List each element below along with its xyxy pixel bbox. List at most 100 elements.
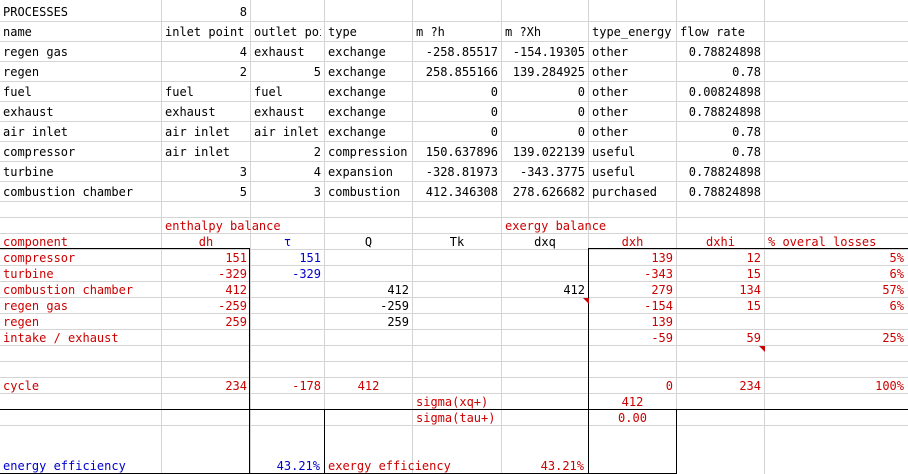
process-energy-type[interactable]: other [592,65,673,79]
process-flow-rate[interactable]: 0.78 [680,65,761,79]
balance-dxq[interactable]: 412 [505,283,585,297]
comment-indicator-icon[interactable] [759,346,765,352]
balance-loss[interactable]: 57% [768,283,904,297]
balance-q[interactable]: 412 [328,283,409,297]
process-type[interactable]: exchange [328,45,409,59]
exergy-balance-title[interactable]: exergy balance [505,219,673,233]
balance-dxhi[interactable]: 59 [680,331,761,345]
process-type[interactable]: combustion [328,185,409,199]
balance-dxh[interactable]: -59 [592,331,673,345]
balance-tau[interactable]: 151 [254,251,321,265]
process-mh[interactable]: 0 [416,85,498,99]
process-outlet[interactable]: air inlet [254,125,321,139]
balance-dh[interactable]: -259 [165,299,247,313]
process-inlet[interactable]: 2 [165,65,247,79]
process-type[interactable]: compression [328,145,409,159]
processes-count[interactable]: 8 [165,5,247,19]
process-outlet[interactable]: fuel [254,85,321,99]
process-header[interactable]: name [3,25,158,39]
process-mxh[interactable]: 0 [505,85,585,99]
process-header[interactable]: m ?h [416,25,498,39]
process-inlet[interactable]: 3 [165,165,247,179]
process-outlet[interactable]: 3 [254,185,321,199]
cycle-dxh[interactable]: 0 [592,379,673,393]
cycle-dxhi[interactable]: 234 [680,379,761,393]
balance-component[interactable]: regen gas [3,299,158,313]
process-header[interactable]: inlet point [165,25,247,39]
balance-q[interactable]: -259 [328,299,409,313]
process-mh[interactable]: 0 [416,105,498,119]
comment-indicator-icon[interactable] [583,298,589,304]
balance-dxhi[interactable]: 15 [680,267,761,281]
cycle-q[interactable]: 412 [328,379,409,393]
component-header[interactable]: component [3,235,158,249]
process-mxh[interactable]: 278.626682 [505,185,585,199]
tk-header[interactable]: Tk [416,235,498,249]
balance-dxhi[interactable]: 12 [680,251,761,265]
process-header[interactable]: flow rate [680,25,761,39]
balance-dh[interactable]: 412 [165,283,247,297]
balance-component[interactable]: compressor [3,251,158,265]
sigma-xq-value[interactable]: 412 [592,395,673,409]
process-header[interactable]: type_energy [592,25,673,39]
process-flow-rate[interactable]: 0.78824898 [680,105,761,119]
process-energy-type[interactable]: other [592,125,673,139]
process-mxh[interactable]: 0 [505,125,585,139]
process-name[interactable]: air inlet [3,125,158,139]
process-flow-rate[interactable]: 0.78824898 [680,185,761,199]
process-inlet[interactable]: 4 [165,45,247,59]
balance-dxh[interactable]: 279 [592,283,673,297]
process-flow-rate[interactable]: 0.78824898 [680,165,761,179]
process-outlet[interactable]: exhaust [254,105,321,119]
balance-q[interactable]: 259 [328,315,409,329]
process-mh[interactable]: 0 [416,125,498,139]
balance-dxh[interactable]: 139 [592,315,673,329]
process-inlet[interactable]: air inlet [165,145,247,159]
process-header[interactable]: type [328,25,409,39]
process-header[interactable]: m ?Xh [505,25,585,39]
balance-component[interactable]: turbine [3,267,158,281]
cycle-tau[interactable]: -178 [254,379,321,393]
balance-dxh[interactable]: -154 [592,299,673,313]
process-inlet[interactable]: exhaust [165,105,247,119]
process-type[interactable]: expansion [328,165,409,179]
exergy-efficiency-label[interactable]: exergy efficiency [328,459,498,473]
balance-dxh[interactable]: 139 [592,251,673,265]
process-name[interactable]: combustion chamber [3,185,158,199]
balance-loss[interactable]: 5% [768,251,904,265]
losses-header[interactable]: % overal losses [768,235,904,249]
process-type[interactable]: exchange [328,125,409,139]
energy-efficiency-value[interactable]: 43.21% [254,459,320,473]
balance-tau[interactable]: -329 [254,267,321,281]
q-header[interactable]: Q [328,235,409,249]
process-type[interactable]: exchange [328,65,409,79]
sigma-tau-value[interactable]: 0.00 [592,411,673,425]
sigma-tau-label[interactable]: sigma(tau+) [416,411,498,425]
process-inlet[interactable]: 5 [165,185,247,199]
process-energy-type[interactable]: purchased [592,185,673,199]
process-name[interactable]: fuel [3,85,158,99]
process-type[interactable]: exchange [328,105,409,119]
tau-header[interactable]: τ [254,235,321,249]
process-outlet[interactable]: 2 [254,145,321,159]
process-name[interactable]: compressor [3,145,158,159]
process-mxh[interactable]: 0 [505,105,585,119]
dxhi-header[interactable]: dxhi [680,235,761,249]
cycle-label[interactable]: cycle [3,379,158,393]
process-mh[interactable]: -328.81973 [416,165,498,179]
process-energy-type[interactable]: useful [592,165,673,179]
process-name[interactable]: turbine [3,165,158,179]
process-outlet[interactable]: 4 [254,165,321,179]
balance-dh[interactable]: 259 [165,315,247,329]
process-name[interactable]: regen gas [3,45,158,59]
dh-header[interactable]: dh [165,235,247,249]
process-mh[interactable]: 412.346308 [416,185,498,199]
process-outlet[interactable]: 5 [254,65,321,79]
dxq-header[interactable]: dxq [505,235,585,249]
enthalpy-balance-title[interactable]: enthalpy balance [165,219,321,233]
cycle-dh[interactable]: 234 [165,379,247,393]
balance-dh[interactable]: -329 [165,267,247,281]
cycle-loss[interactable]: 100% [768,379,904,393]
process-mxh[interactable]: -154.19305 [505,45,585,59]
processes-label[interactable]: PROCESSES [3,5,158,19]
